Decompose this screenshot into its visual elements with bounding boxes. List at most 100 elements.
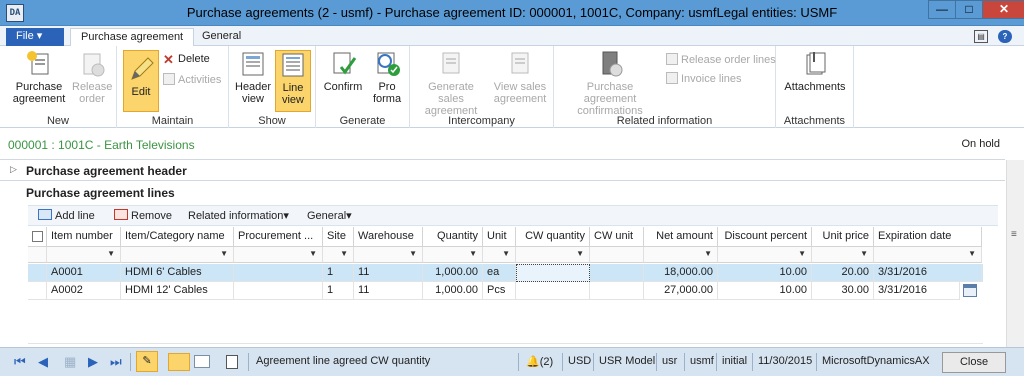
invoice-lines-button[interactable]: Invoice lines: [666, 72, 742, 85]
document-icon[interactable]: [226, 355, 238, 369]
remove-button[interactable]: Remove: [114, 209, 172, 222]
filter-dropdown-icon[interactable]: ▼: [220, 249, 228, 258]
form-view-icon[interactable]: [168, 353, 190, 371]
line-view-button[interactable]: Line view: [275, 50, 311, 112]
layout-icon[interactable]: ▤: [974, 30, 988, 43]
filter-dropdown-icon[interactable]: ▼: [309, 249, 317, 258]
maximize-button[interactable]: □: [955, 0, 983, 19]
column-header[interactable]: Quantity: [423, 227, 483, 247]
cell-unit[interactable]: Pcs: [483, 282, 516, 300]
filter-cell[interactable]: ▼: [354, 247, 423, 263]
cell-expiration-date[interactable]: 3/31/2016: [874, 264, 982, 282]
cell-unit[interactable]: ea: [483, 264, 516, 282]
confirm-button[interactable]: Confirm: [322, 50, 364, 93]
column-header[interactable]: Net amount: [644, 227, 718, 247]
row-selector[interactable]: [28, 282, 47, 300]
grid-records-icon[interactable]: ▦: [64, 354, 76, 370]
cell-discount-percent[interactable]: 10.00: [718, 282, 812, 300]
filter-cell[interactable]: ▼: [47, 247, 121, 263]
cell-cw-unit[interactable]: [590, 282, 644, 300]
close-button[interactable]: Close: [942, 352, 1006, 373]
cell-cw-quantity[interactable]: [516, 264, 590, 282]
release-order-button[interactable]: Release order: [72, 50, 112, 105]
model[interactable]: USR Model: [599, 355, 655, 367]
filter-cell[interactable]: ▼: [516, 247, 590, 263]
table-row[interactable]: A0001 HDMI 6' Cables 1 11 1,000.00 ea 18…: [28, 264, 983, 282]
view-sales-agreement-button[interactable]: View sales agreement: [490, 50, 550, 105]
header-view-button[interactable]: Header view: [235, 50, 271, 105]
cell-unit-price[interactable]: 20.00: [812, 264, 874, 282]
purchase-agreement-confirmations-button[interactable]: Purchase agreement confirmations: [560, 50, 660, 117]
filter-cell[interactable]: ▼: [644, 247, 718, 263]
last-record-icon[interactable]: ⏭: [110, 354, 122, 370]
edit-button[interactable]: Edit: [123, 50, 159, 112]
currency[interactable]: USD: [568, 355, 591, 367]
column-header[interactable]: Warehouse: [354, 227, 423, 247]
select-all-checkbox[interactable]: [32, 231, 43, 242]
column-header[interactable]: Unit price: [812, 227, 874, 247]
add-line-button[interactable]: Add line: [38, 209, 95, 222]
cell-item-number[interactable]: A0001: [47, 264, 121, 282]
attachments-button[interactable]: Attachments: [782, 50, 848, 93]
vertical-scrollbar[interactable]: ≡: [1006, 160, 1024, 348]
filter-dropdown-icon[interactable]: ▼: [409, 249, 417, 258]
close-window-button[interactable]: ✕: [982, 0, 1024, 19]
company[interactable]: usmf: [690, 355, 714, 367]
filter-cell[interactable]: ▼: [483, 247, 516, 263]
cell-net-amount[interactable]: 18,000.00: [644, 264, 718, 282]
cell-discount-percent[interactable]: 10.00: [718, 264, 812, 282]
select-all-header[interactable]: [28, 227, 47, 247]
related-information-menu[interactable]: Related information▾: [188, 209, 289, 222]
first-record-icon[interactable]: ⏮: [14, 354, 26, 370]
cell-procurement[interactable]: [234, 282, 323, 300]
calendar-icon[interactable]: [963, 284, 977, 297]
filter-dropdown-icon[interactable]: ▼: [340, 249, 348, 258]
cell-cw-unit[interactable]: [590, 264, 644, 282]
column-header[interactable]: Item number: [47, 227, 121, 247]
column-header[interactable]: Unit: [483, 227, 516, 247]
filter-dropdown-icon[interactable]: ▼: [798, 249, 806, 258]
cell-cw-quantity[interactable]: [516, 282, 590, 300]
tab-purchase-agreement[interactable]: Purchase agreement: [70, 28, 195, 47]
edit-mode-pencil-icon[interactable]: ✎: [136, 351, 158, 372]
release-order-lines-button[interactable]: Release order lines: [666, 53, 776, 66]
column-header[interactable]: Item/Category name: [121, 227, 234, 247]
filter-dropdown-icon[interactable]: ▼: [860, 249, 868, 258]
cell-item-number[interactable]: A0002: [47, 282, 121, 300]
cell-item-name[interactable]: HDMI 6' Cables: [121, 264, 234, 282]
cell-item-name[interactable]: HDMI 12' Cables: [121, 282, 234, 300]
delete-button[interactable]: ✕ Delete: [163, 53, 210, 66]
cell-unit-price[interactable]: 30.00: [812, 282, 874, 300]
session-date[interactable]: 11/30/2015: [758, 355, 812, 367]
cell-warehouse[interactable]: 11: [354, 282, 423, 300]
filter-dropdown-icon[interactable]: ▼: [576, 249, 584, 258]
previous-record-icon[interactable]: ◀: [38, 354, 48, 370]
minimize-button[interactable]: —: [928, 0, 956, 19]
general-menu[interactable]: General▾: [307, 209, 352, 222]
filter-dropdown-icon[interactable]: ▼: [704, 249, 712, 258]
column-header[interactable]: CW quantity: [516, 227, 590, 247]
layer[interactable]: initial: [722, 355, 747, 367]
pro-forma-button[interactable]: Pro forma: [368, 50, 406, 105]
cell-procurement[interactable]: [234, 264, 323, 282]
filter-dropdown-icon[interactable]: ▼: [469, 249, 477, 258]
purchase-agreement-button[interactable]: Purchase agreement: [10, 50, 68, 105]
grid-view-icon[interactable]: [194, 355, 210, 368]
filter-cell[interactable]: ▼: [234, 247, 323, 263]
notifications[interactable]: 🔔(2): [526, 355, 553, 368]
cell-quantity[interactable]: 1,000.00: [423, 282, 483, 300]
next-record-icon[interactable]: ▶: [88, 354, 98, 370]
activities-button[interactable]: Activities: [163, 73, 221, 86]
help-icon[interactable]: ?: [998, 30, 1012, 43]
filter-dropdown-icon[interactable]: ▼: [502, 249, 510, 258]
filter-cell[interactable]: ▼: [323, 247, 354, 263]
section-header-collapsed[interactable]: ▷ Purchase agreement header: [0, 161, 1008, 181]
column-header[interactable]: Procurement ...: [234, 227, 323, 247]
column-header[interactable]: CW unit: [590, 227, 644, 247]
filter-dropdown-icon[interactable]: ▼: [968, 249, 976, 258]
cell-warehouse[interactable]: 11: [354, 264, 423, 282]
generate-sales-agreement-button[interactable]: Generate sales agreement: [416, 50, 486, 117]
filter-cell[interactable]: ▼: [718, 247, 812, 263]
row-selector[interactable]: [28, 264, 47, 282]
cell-site[interactable]: 1: [323, 282, 354, 300]
